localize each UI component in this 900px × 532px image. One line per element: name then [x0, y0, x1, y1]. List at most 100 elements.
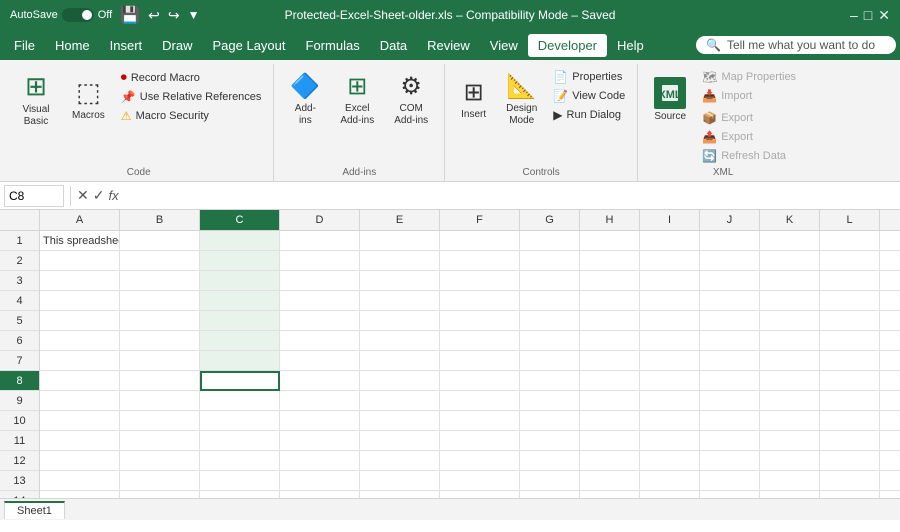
menu-file[interactable]: File: [4, 34, 45, 57]
cell-C12[interactable]: [200, 451, 280, 471]
macros-button[interactable]: ⬚ Macros: [64, 66, 113, 132]
cell-L8[interactable]: [820, 371, 880, 391]
autosave-toggle[interactable]: [62, 8, 94, 22]
cell-D7[interactable]: [280, 351, 360, 371]
cell-K8[interactable]: [760, 371, 820, 391]
insert-button[interactable]: ⊞ Insert: [453, 66, 494, 132]
cell-L4[interactable]: [820, 291, 880, 311]
cell-L10[interactable]: [820, 411, 880, 431]
cell-I12[interactable]: [640, 451, 700, 471]
cell-B5[interactable]: [120, 311, 200, 331]
import-button[interactable]: 📥 Import: [698, 87, 800, 105]
close-icon[interactable]: ✕: [878, 7, 890, 24]
cell-M8[interactable]: [880, 371, 900, 391]
cell-D13[interactable]: [280, 471, 360, 491]
row-num-6[interactable]: 6: [0, 331, 39, 351]
view-code-button[interactable]: 📝 View Code: [549, 87, 629, 105]
cell-E3[interactable]: [360, 271, 440, 291]
cell-D2[interactable]: [280, 251, 360, 271]
cell-I1[interactable]: [640, 231, 700, 251]
col-header-f[interactable]: F: [440, 210, 520, 230]
record-macro-button[interactable]: ⏺ Record Macro: [117, 68, 266, 87]
cell-E1[interactable]: [360, 231, 440, 251]
cell-A3[interactable]: [40, 271, 120, 291]
excel-add-ins-button[interactable]: ⊞ ExcelAdd-ins: [332, 66, 382, 132]
cell-F2[interactable]: [440, 251, 520, 271]
cell-J8[interactable]: [700, 371, 760, 391]
cell-B7[interactable]: [120, 351, 200, 371]
cell-K7[interactable]: [760, 351, 820, 371]
cell-M12[interactable]: [880, 451, 900, 471]
cell-B3[interactable]: [120, 271, 200, 291]
cell-F12[interactable]: [440, 451, 520, 471]
cell-B13[interactable]: [120, 471, 200, 491]
macro-security-button[interactable]: ⚠ Macro Security: [117, 107, 266, 125]
col-header-c[interactable]: C: [200, 210, 280, 230]
cell-I3[interactable]: [640, 271, 700, 291]
cell-F1[interactable]: [440, 231, 520, 251]
search-box[interactable]: 🔍 Tell me what you want to do: [696, 36, 896, 54]
cell-L5[interactable]: [820, 311, 880, 331]
cell-B10[interactable]: [120, 411, 200, 431]
cell-F10[interactable]: [440, 411, 520, 431]
cell-K13[interactable]: [760, 471, 820, 491]
col-header-j[interactable]: J: [700, 210, 760, 230]
cell-K5[interactable]: [760, 311, 820, 331]
cell-E5[interactable]: [360, 311, 440, 331]
cell-F9[interactable]: [440, 391, 520, 411]
properties-button[interactable]: 📄 Properties: [549, 68, 629, 86]
menu-insert[interactable]: Insert: [100, 34, 153, 57]
cell-I11[interactable]: [640, 431, 700, 451]
cell-K6[interactable]: [760, 331, 820, 351]
cell-G4[interactable]: [520, 291, 580, 311]
more-icon[interactable]: ▼: [188, 8, 200, 22]
cell-G6[interactable]: [520, 331, 580, 351]
row-num-9[interactable]: 9: [0, 391, 39, 411]
row-num-13[interactable]: 13: [0, 471, 39, 491]
cell-reference-box[interactable]: C8: [4, 185, 64, 207]
cell-B6[interactable]: [120, 331, 200, 351]
col-header-b[interactable]: B: [120, 210, 200, 230]
row-num-8[interactable]: 8: [0, 371, 39, 391]
cell-D5[interactable]: [280, 311, 360, 331]
cell-E12[interactable]: [360, 451, 440, 471]
cell-L12[interactable]: [820, 451, 880, 471]
cell-F11[interactable]: [440, 431, 520, 451]
cell-M2[interactable]: [880, 251, 900, 271]
cell-G3[interactable]: [520, 271, 580, 291]
cell-J12[interactable]: [700, 451, 760, 471]
redo-icon[interactable]: ↪: [168, 7, 180, 24]
cell-D4[interactable]: [280, 291, 360, 311]
cell-C11[interactable]: [200, 431, 280, 451]
cell-F6[interactable]: [440, 331, 520, 351]
cell-J9[interactable]: [700, 391, 760, 411]
refresh-data-button[interactable]: 🔄 Refresh Data: [698, 147, 800, 165]
use-relative-button[interactable]: 📌 Use Relative References: [117, 88, 266, 106]
cell-M10[interactable]: [880, 411, 900, 431]
col-header-a[interactable]: A: [40, 210, 120, 230]
col-header-d[interactable]: D: [280, 210, 360, 230]
cell-A7[interactable]: [40, 351, 120, 371]
row-num-1[interactable]: 1: [0, 231, 39, 251]
run-dialog-button[interactable]: ▶ Run Dialog: [549, 106, 629, 124]
menu-help[interactable]: Help: [607, 34, 654, 57]
cell-F8[interactable]: [440, 371, 520, 391]
col-header-e[interactable]: E: [360, 210, 440, 230]
cell-L11[interactable]: [820, 431, 880, 451]
cell-E10[interactable]: [360, 411, 440, 431]
cell-K2[interactable]: [760, 251, 820, 271]
cell-M1[interactable]: [880, 231, 900, 251]
col-header-k[interactable]: K: [760, 210, 820, 230]
menu-review[interactable]: Review: [417, 34, 480, 57]
design-mode-button[interactable]: 📐 DesignMode: [498, 66, 545, 132]
menu-formulas[interactable]: Formulas: [296, 34, 370, 57]
cell-J5[interactable]: [700, 311, 760, 331]
cell-H3[interactable]: [580, 271, 640, 291]
cell-H5[interactable]: [580, 311, 640, 331]
cell-M13[interactable]: [880, 471, 900, 491]
cell-L13[interactable]: [820, 471, 880, 491]
cell-J4[interactable]: [700, 291, 760, 311]
cell-M5[interactable]: [880, 311, 900, 331]
cell-A9[interactable]: [40, 391, 120, 411]
cell-I13[interactable]: [640, 471, 700, 491]
